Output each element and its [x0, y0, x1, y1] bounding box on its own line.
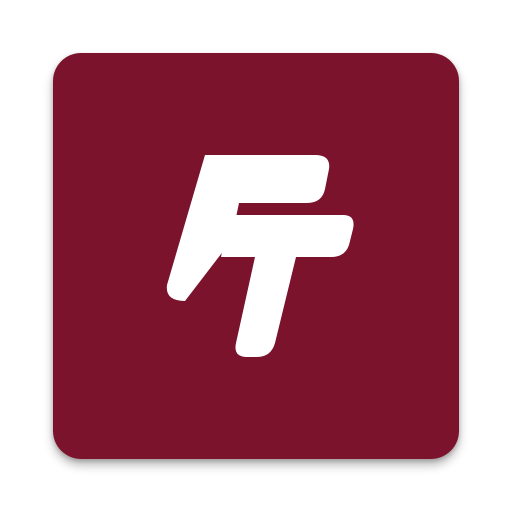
- app-icon-canvas: FT: [0, 0, 512, 512]
- ft-logo-icon: FT: [53, 53, 459, 459]
- app-icon-tile[interactable]: FT: [53, 53, 459, 459]
